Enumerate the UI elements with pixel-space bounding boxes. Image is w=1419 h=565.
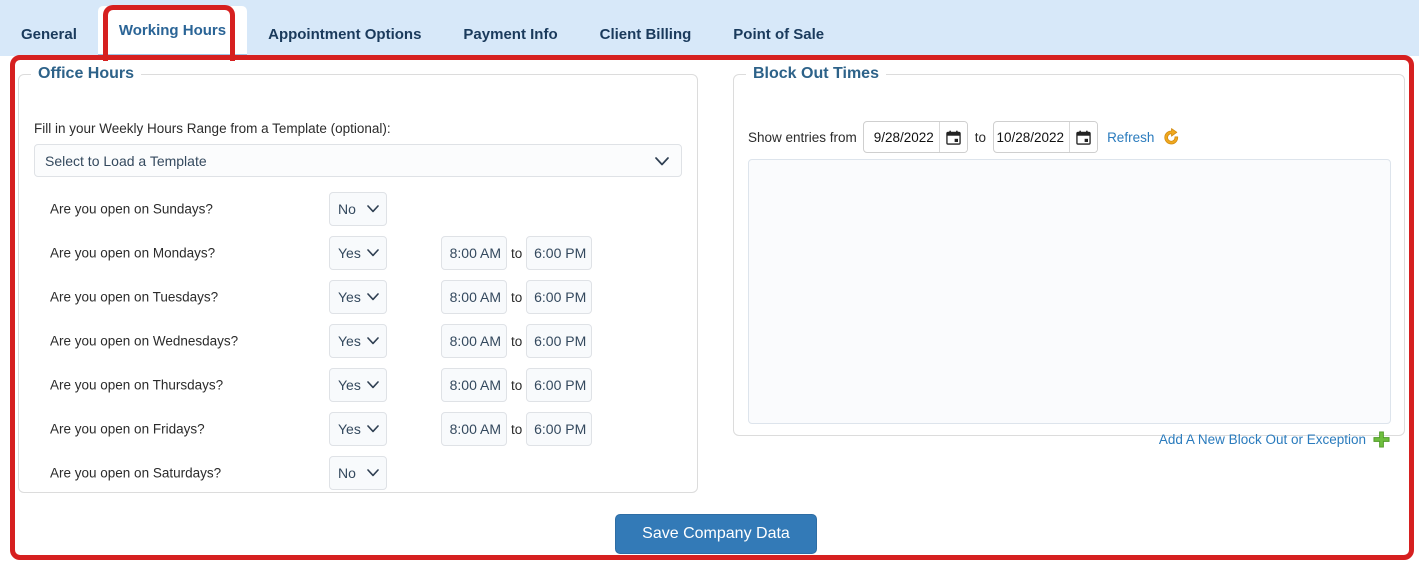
company-settings-page: GeneralWorking HoursAppointment OptionsP… <box>0 0 1419 565</box>
day-label: Are you open on Mondays? <box>50 246 215 261</box>
day-row: Are you open on Fridays? Yes 8:00 AMto6:00… <box>19 407 697 451</box>
template-select-value: Select to Load a Template <box>45 153 207 169</box>
end-time-input[interactable]: 6:00 PM <box>526 368 592 402</box>
tab-list: GeneralWorking HoursAppointment OptionsP… <box>0 0 845 56</box>
day-label: Are you open on Wednesdays? <box>50 334 238 349</box>
start-time-input[interactable]: 8:00 AM <box>441 280 507 314</box>
end-time-input[interactable]: 6:00 PM <box>526 280 592 314</box>
plus-icon[interactable] <box>1373 431 1390 448</box>
office-hours-fieldset: Office Hours Fill in your Weekly Hours R… <box>18 65 698 493</box>
day-open-select[interactable]: Yes <box>329 368 387 402</box>
refresh-link[interactable]: Refresh <box>1107 130 1154 145</box>
day-open-value: No <box>338 465 356 481</box>
start-time-input[interactable]: 8:00 AM <box>441 412 507 446</box>
day-time-range: 8:00 AMto6:00 PM <box>441 324 592 358</box>
day-label: Are you open on Tuesdays? <box>50 290 218 305</box>
template-select[interactable]: Select to Load a Template <box>34 144 682 177</box>
day-row: Are you open on Sundays? No <box>19 187 697 231</box>
start-time-input[interactable]: 8:00 AM <box>441 324 507 358</box>
calendar-icon[interactable] <box>1069 122 1097 152</box>
tab-point-of-sale[interactable]: Point of Sale <box>712 14 845 56</box>
start-time-input[interactable]: 8:00 AM <box>441 236 507 270</box>
day-open-value: Yes <box>338 333 361 349</box>
chevron-down-icon <box>367 334 379 348</box>
add-block-out-row: Add A New Block Out or Exception <box>1159 431 1390 448</box>
day-open-select[interactable]: Yes <box>329 412 387 446</box>
chevron-down-icon <box>367 378 379 392</box>
tab-strip: GeneralWorking HoursAppointment OptionsP… <box>0 0 1419 56</box>
day-row: Are you open on Saturdays? No <box>19 451 697 495</box>
chevron-down-icon <box>655 153 669 169</box>
day-label: Are you open on Thursdays? <box>50 378 223 393</box>
working-hours-panel: Office Hours Fill in your Weekly Hours R… <box>10 56 1414 559</box>
tab-appointment-options[interactable]: Appointment Options <box>247 14 442 56</box>
day-time-range: 8:00 AMto6:00 PM <box>441 280 592 314</box>
time-range-separator: to <box>507 422 526 437</box>
office-hours-legend: Office Hours <box>31 65 141 83</box>
day-label: Are you open on Saturdays? <box>50 466 221 481</box>
start-time-input[interactable]: 8:00 AM <box>441 368 507 402</box>
template-hint-text: Fill in your Weekly Hours Range from a T… <box>34 121 391 136</box>
day-open-value: Yes <box>338 289 361 305</box>
calendar-icon[interactable] <box>939 122 967 152</box>
time-range-separator: to <box>507 378 526 393</box>
chevron-down-icon <box>367 202 379 216</box>
day-open-value: Yes <box>338 245 361 261</box>
day-row: Are you open on Mondays? Yes 8:00 AMto6:00… <box>19 231 697 275</box>
add-block-out-link[interactable]: Add A New Block Out or Exception <box>1159 432 1366 447</box>
chevron-down-icon <box>367 290 379 304</box>
day-open-select[interactable]: Yes <box>329 236 387 270</box>
block-out-filter-row: Show entries from 9/28/2022 to <box>748 121 1182 153</box>
tab-payment-info[interactable]: Payment Info <box>442 14 578 56</box>
time-range-separator: to <box>507 290 526 305</box>
day-open-value: Yes <box>338 421 361 437</box>
tab-client-billing[interactable]: Client Billing <box>579 14 713 56</box>
chevron-down-icon <box>367 422 379 436</box>
day-open-value: No <box>338 201 356 217</box>
save-company-data-button[interactable]: Save Company Data <box>615 514 817 554</box>
refresh-arrow-icon[interactable] <box>1161 127 1182 148</box>
end-time-input[interactable]: 6:00 PM <box>526 412 592 446</box>
day-row: Are you open on Tuesdays? Yes 8:00 AMto6:0… <box>19 275 697 319</box>
end-time-input[interactable]: 6:00 PM <box>526 324 592 358</box>
block-out-legend: Block Out Times <box>746 65 886 83</box>
chevron-down-icon <box>367 466 379 480</box>
tab-working-hours[interactable]: Working Hours <box>98 6 247 56</box>
block-out-entries-list[interactable] <box>748 159 1391 424</box>
day-open-select[interactable]: Yes <box>329 280 387 314</box>
day-label: Are you open on Sundays? <box>50 202 213 217</box>
day-open-select[interactable]: Yes <box>329 324 387 358</box>
weekly-hours-list: Are you open on Sundays?NoAre you open o… <box>19 187 697 495</box>
block-out-times-fieldset: Block Out Times Show entries from 9/28/2… <box>733 65 1405 436</box>
date-to-value[interactable]: 10/28/2022 <box>994 122 1069 152</box>
day-row: Are you open on Thursdays? Yes 8:00 AMto6:… <box>19 363 697 407</box>
end-time-input[interactable]: 6:00 PM <box>526 236 592 270</box>
time-range-separator: to <box>507 246 526 261</box>
day-open-value: Yes <box>338 377 361 393</box>
day-open-select[interactable]: No <box>329 192 387 226</box>
day-row: Are you open on Wednesdays? Yes 8:00 AMto6… <box>19 319 697 363</box>
date-from-field[interactable]: 9/28/2022 <box>863 121 968 153</box>
show-entries-label: Show entries from <box>748 130 857 145</box>
day-time-range: 8:00 AMto6:00 PM <box>441 236 592 270</box>
day-time-range: 8:00 AMto6:00 PM <box>441 368 592 402</box>
date-from-value[interactable]: 9/28/2022 <box>864 122 939 152</box>
day-label: Are you open on Fridays? <box>50 422 205 437</box>
day-time-range: 8:00 AMto6:00 PM <box>441 412 592 446</box>
date-range-separator: to <box>968 130 993 145</box>
chevron-down-icon <box>367 246 379 260</box>
date-to-field[interactable]: 10/28/2022 <box>993 121 1098 153</box>
tab-general[interactable]: General <box>0 14 98 56</box>
day-open-select[interactable]: No <box>329 456 387 490</box>
time-range-separator: to <box>507 334 526 349</box>
